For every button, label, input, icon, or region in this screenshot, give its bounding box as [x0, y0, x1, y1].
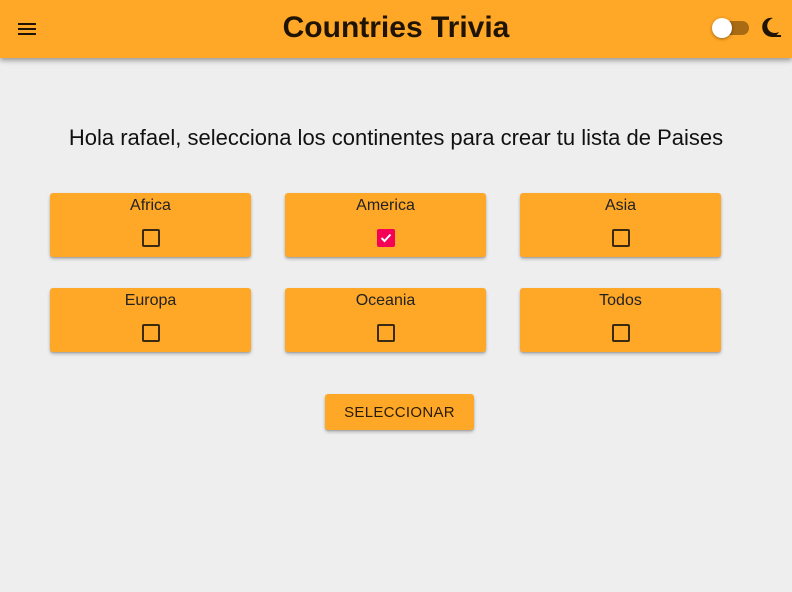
- continent-card-asia[interactable]: Asia: [520, 193, 721, 257]
- continent-checkbox[interactable]: [142, 324, 160, 342]
- continent-card-todos[interactable]: Todos: [520, 288, 721, 352]
- continent-checkbox[interactable]: [612, 229, 630, 247]
- app-title: Countries Trivia: [282, 11, 510, 44]
- continent-label: Africa: [130, 197, 171, 214]
- continent-label: Asia: [604, 197, 637, 214]
- continent-card-oceania[interactable]: Oceania: [285, 288, 486, 352]
- continent-checkbox[interactable]: [377, 229, 395, 247]
- continent-checkbox[interactable]: [142, 229, 160, 247]
- continent-label: Todos: [599, 292, 642, 309]
- continent-label: America: [356, 197, 415, 214]
- continent-card-europa[interactable]: Europa: [50, 288, 251, 352]
- continent-checkbox[interactable]: [612, 324, 630, 342]
- select-button[interactable]: SELECCIONAR: [325, 394, 474, 430]
- theme-toggle-switch[interactable]: [711, 17, 751, 39]
- continent-checkbox[interactable]: [377, 324, 395, 342]
- continent-label: Oceania: [355, 292, 416, 309]
- switch-thumb: [712, 18, 732, 38]
- checkmark-icon: [380, 233, 392, 243]
- greeting-text: Hola rafael, selecciona los continentes …: [68, 125, 724, 150]
- continent-card-america[interactable]: America: [285, 193, 486, 257]
- continent-label: Europa: [124, 292, 177, 309]
- moon-icon: [762, 17, 781, 37]
- continent-card-africa[interactable]: Africa: [50, 193, 251, 257]
- app-bar: Countries Trivia: [0, 0, 792, 58]
